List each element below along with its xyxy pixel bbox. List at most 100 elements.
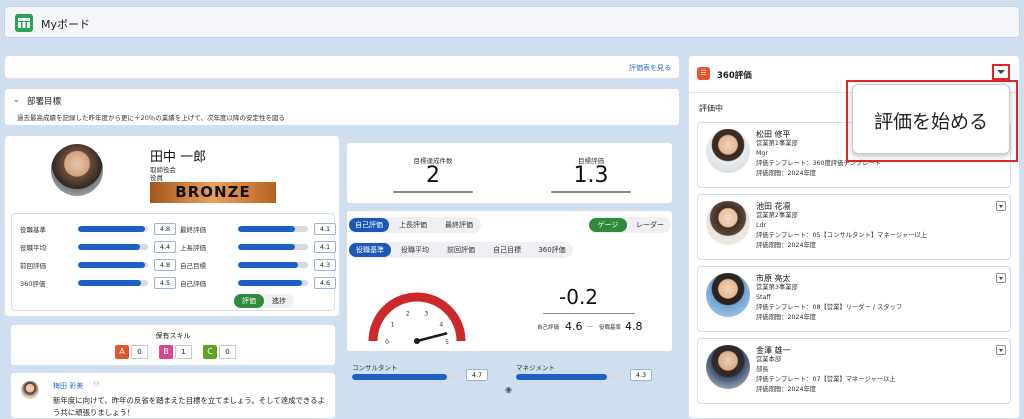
gauge-chart: 0 1 2 3 4 5	[368, 292, 466, 346]
metric-bar	[78, 244, 148, 250]
tab-eval-tabs[interactable]: 最終評価	[437, 218, 481, 232]
tab-compare-tabs[interactable]: 自己目標	[485, 243, 529, 257]
avatar	[706, 201, 750, 245]
self-eval-value: 4.6	[565, 320, 583, 333]
skill-bar	[516, 374, 622, 380]
metric-label: 360評価	[20, 280, 46, 288]
tab-compare-tabs[interactable]: 前回評価	[439, 243, 483, 257]
evaluation-card[interactable]: 池田 花凛 営業第2事業部 Ldr 評価テンプレート：05【コンサルタント】マネージャ…	[697, 194, 1011, 260]
tab-compare-tabs[interactable]: 役職平均	[393, 243, 437, 257]
card-menu-dropdown[interactable]	[996, 345, 1006, 355]
person-department: 営業第1事業部	[756, 140, 798, 147]
person-role: 部長	[756, 366, 769, 373]
metric-value: 4.1	[314, 223, 336, 235]
metric-bar	[238, 280, 308, 286]
app-title: Myボード	[41, 18, 91, 31]
gauge-arc	[368, 292, 466, 342]
metric-value: 4.1	[314, 241, 336, 253]
avatar	[706, 273, 750, 317]
metric-toggle: 評価 進捗	[234, 294, 294, 308]
start-evaluation-menu: 評価を始める	[852, 84, 1010, 154]
metric-bar	[238, 244, 308, 250]
toggle-progress[interactable]: 進捗	[264, 294, 294, 308]
metric-bar-fill	[78, 226, 145, 232]
360-icon: ☰	[697, 67, 710, 80]
divider	[393, 191, 473, 193]
person-period: 評価期間：2024年度	[756, 386, 817, 393]
metric-bar-fill	[78, 244, 140, 250]
person-template: 評価テンプレート：07【営業】マネージャー以上	[756, 376, 896, 383]
gauge-tick-label: 0	[385, 339, 389, 346]
metric-bar-fill	[238, 244, 296, 250]
tab-compare-tabs[interactable]: 役職基準	[349, 243, 391, 257]
metric-bar	[78, 280, 148, 286]
skill-bar-label: コンサルタント	[352, 364, 398, 372]
metric-label: 上長評価	[180, 244, 206, 252]
chevron-down-icon[interactable]: ⌄	[13, 95, 20, 104]
card-menu-dropdown[interactable]	[996, 201, 1006, 211]
person-template: 評価テンプレート：05【コンサルタント】マネージャー以上	[756, 232, 928, 239]
person-department: 営業本部	[756, 356, 782, 363]
tab-view-toggle[interactable]: レーダー	[629, 218, 671, 232]
comment-text: 新年度に向けて、昨年の反省を踏まえた目標を立てましょう。そして達成できるよう共に…	[53, 396, 325, 417]
board-icon	[15, 14, 33, 32]
goal-heading: 部署目標	[27, 97, 62, 107]
goal-eval: 1.3	[573, 163, 609, 188]
tab-compare-tabs[interactable]: 360評価	[531, 243, 573, 257]
gauge-tick-label: 2	[406, 311, 410, 318]
person-department: 営業第3事業部	[756, 284, 798, 291]
skill-bar-fill	[516, 374, 608, 380]
profile-role: 役員	[150, 174, 163, 182]
tab-eval-tabs[interactable]: 自己評価	[349, 218, 389, 232]
start-evaluation-item[interactable]: 評価を始める	[853, 107, 1009, 134]
gauge-tick-label: 3	[424, 311, 428, 318]
link-bar: 評価表を見る	[4, 55, 680, 79]
metric-bar-fill	[238, 280, 303, 286]
metric-value: 4.5	[154, 277, 176, 289]
skill-grade-badge: C	[203, 345, 217, 359]
comment-author[interactable]: 梅田 彩美	[53, 381, 83, 391]
profile-name: 田中 一郎	[150, 150, 207, 165]
metric-bar-fill	[78, 262, 145, 268]
tab-view-toggle[interactable]: ゲージ	[589, 218, 627, 232]
scroll-indicator-icon: ◉	[505, 385, 512, 394]
gauge-needle	[415, 332, 448, 343]
evaluation-card[interactable]: 金澤 雄一 営業本部 部長 評価テンプレート：07【営業】マネージャー以上 評価期間：2…	[697, 338, 1011, 404]
metric-value: 4.4	[154, 241, 176, 253]
eval-tabs: 自己評価 上長評価 最終評価	[349, 217, 481, 233]
goal-count: 2	[426, 163, 440, 188]
self-eval-label: 自己評価	[537, 325, 560, 331]
profile-card: 田中 一郎 取締役会 役員 BRONZE 役職基準 4.8 役職平均 4.4 前回評価 4…	[4, 135, 340, 317]
metric-bar-fill	[238, 262, 299, 268]
toggle-evaluation[interactable]: 評価	[234, 294, 264, 308]
metrics-box: 役職基準 4.8 役職平均 4.4 前回評価 4.8 360評価 4.5 最終評価 4.1 上長評…	[11, 213, 336, 311]
metric-label: 前回評価	[20, 262, 46, 270]
gauge-tick-label: 4	[439, 321, 443, 328]
metric-bar	[78, 262, 148, 268]
panel-title: 360評価	[717, 71, 752, 81]
metric-bar-fill	[78, 280, 141, 286]
person-role: Ldr	[756, 222, 767, 229]
metric-value: 4.8	[154, 223, 176, 235]
base-label: 役職基準	[599, 325, 622, 331]
divider	[543, 313, 635, 314]
view-toggle: ゲージ レーダー	[589, 217, 671, 233]
skill-count: 0	[131, 345, 148, 359]
evaluation-card[interactable]: 市原 亮太 営業第3事業部 Staff 評価テンプレート：08【営業】リーダー / ス…	[697, 266, 1011, 332]
gauge-tick-label: 1	[391, 321, 395, 328]
rank-badge: BRONZE	[150, 182, 276, 203]
metric-label: 自己目標	[180, 262, 206, 270]
card-menu-dropdown[interactable]	[996, 273, 1006, 283]
metric-value: 4.6	[314, 277, 336, 289]
goal-stats: 目標達成件数 2 目標評価 1.3	[346, 142, 673, 204]
view-sheet-link[interactable]: 評価表を見る	[629, 63, 671, 73]
skills-title: 保有スキル	[155, 332, 191, 340]
app-header: Myボード	[4, 6, 1020, 38]
skill-count: 0	[219, 345, 236, 359]
skill-grade-badge: B	[159, 345, 173, 359]
metric-label: 自己評価	[180, 280, 206, 288]
tab-eval-tabs[interactable]: 上長評価	[391, 218, 435, 232]
dropdown-highlight[interactable]	[992, 64, 1010, 80]
skill-grade-badge: A	[115, 345, 129, 359]
person-template: 評価テンプレート：08【営業】リーダー / スタッフ	[756, 304, 903, 311]
